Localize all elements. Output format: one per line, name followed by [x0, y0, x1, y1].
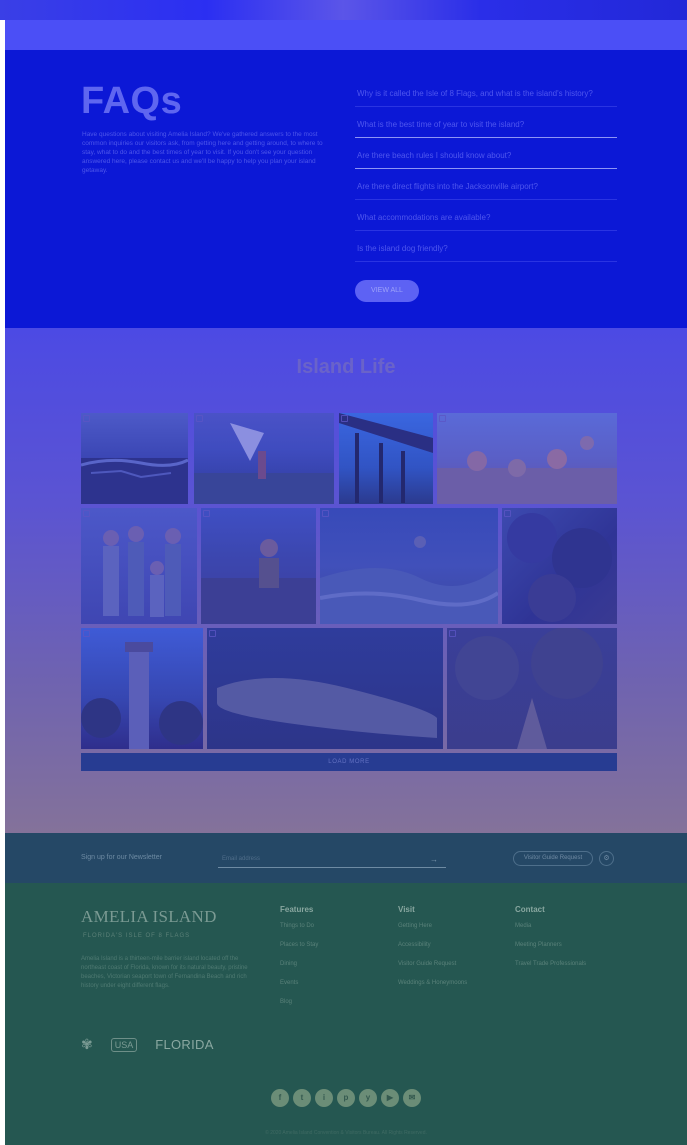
footer-column-visit: Visit Getting Here Accessibility Visitor…	[398, 905, 490, 998]
instagram-icon	[83, 415, 90, 422]
newsletter-label: Sign up for our Newsletter	[81, 854, 162, 861]
navigation-bar	[5, 20, 687, 50]
gallery-photo-oak-trail[interactable]	[447, 628, 617, 749]
logo-tagline: FLORIDA'S ISLE OF 8 FLAGS	[83, 933, 191, 939]
instagram-icon	[83, 510, 90, 517]
instagram-icon	[83, 630, 90, 637]
instagram-icon	[203, 510, 210, 517]
gallery-photo-family[interactable]	[81, 508, 197, 624]
youtube-icon[interactable]: y	[359, 1089, 377, 1107]
footer-link[interactable]: Places to Stay	[280, 941, 372, 950]
kid-beach-image	[201, 539, 316, 624]
faq-question[interactable]: Are there direct flights into the Jackso…	[355, 177, 617, 200]
faq-title: FAQs	[81, 80, 183, 122]
footer-column-features: Features Things to Do Places to Stay Din…	[280, 905, 372, 1017]
faq-intro: Have questions about visiting Amelia Isl…	[82, 131, 323, 174]
faq-question[interactable]: What is the best time of year to visit t…	[355, 115, 617, 138]
visitor-guide-button[interactable]: Visitor Guide Request	[513, 851, 593, 866]
facebook-icon[interactable]: f	[271, 1089, 289, 1107]
gallery-photo-beach-group[interactable]	[437, 413, 617, 504]
faq-question[interactable]: Why is it called the Isle of 8 Flags, an…	[355, 84, 617, 107]
faq-list: Why is it called the Isle of 8 Flags, an…	[355, 84, 617, 302]
lighthouse-image	[81, 642, 203, 749]
footer-link[interactable]: Blog	[280, 998, 372, 1007]
gallery-photo-kid-beach[interactable]	[201, 508, 316, 624]
pier-image	[339, 413, 433, 503]
footer-link[interactable]: Events	[280, 979, 372, 988]
gear-icon[interactable]: ⚙	[599, 851, 614, 866]
faq-question[interactable]: What accommodations are available?	[355, 208, 617, 231]
forest-image	[507, 513, 612, 622]
footer-link[interactable]: Weddings & Honeymoons	[398, 979, 490, 988]
driftwood-image	[217, 678, 437, 738]
video-icon[interactable]: ▶	[381, 1089, 399, 1107]
instagram-icon	[196, 415, 203, 422]
gallery-photo-driftwood[interactable]	[207, 628, 443, 749]
twitter-icon[interactable]: t	[293, 1089, 311, 1107]
footer-column-contact: Contact Media Meeting Planners Travel Tr…	[515, 905, 625, 979]
footer-link[interactable]: Media	[515, 922, 607, 931]
footer-link[interactable]: Things to Do	[280, 922, 372, 931]
top-banner-strip	[0, 0, 687, 20]
footer-about-text: Amelia Island is a thirteen-mile barrier…	[81, 956, 248, 989]
gallery-photo-marsh[interactable]	[81, 413, 188, 504]
beach-kite-image	[194, 423, 334, 504]
instagram-icon	[439, 415, 446, 422]
footer-link[interactable]: Visitor Guide Request	[398, 960, 490, 969]
footer-column-title: Features	[280, 905, 314, 914]
beach-group-image	[437, 436, 617, 504]
family-image	[103, 526, 181, 617]
footer-column-title: Visit	[398, 905, 415, 914]
footer-link[interactable]: Dining	[280, 960, 372, 969]
gallery-photo-surfer[interactable]	[320, 508, 498, 624]
visit-florida-logo: FLORIDA	[155, 1037, 214, 1052]
gallery-photo-beach-kite[interactable]	[194, 413, 334, 504]
copyright-text: © 2020 Amelia Island Convention & Visito…	[265, 1130, 427, 1136]
newsletter-email-input[interactable]: Email address	[218, 852, 446, 868]
footer-link[interactable]: Meeting Planners	[515, 941, 607, 950]
marsh-image	[81, 458, 188, 504]
instagram-icon	[341, 415, 348, 422]
instagram-icon	[322, 510, 329, 517]
footer-link[interactable]: Getting Here	[398, 922, 490, 931]
gallery-photo-lighthouse[interactable]	[81, 628, 203, 749]
amelia-island-logo[interactable]: AMELIA ISLAND	[81, 907, 217, 927]
social-links: f t i p y ▶ ✉	[271, 1089, 421, 1107]
seal-icon: ✾	[81, 1036, 93, 1052]
usa-badge-icon: USA	[110, 1037, 138, 1052]
newsletter-bar: Sign up for our Newsletter Email address…	[5, 833, 687, 883]
island-life-section: Island Life LOAD MORE	[5, 328, 687, 833]
arrow-right-icon[interactable]: →	[430, 855, 438, 864]
instagram-icon[interactable]: i	[315, 1089, 333, 1107]
faq-question[interactable]: Is the island dog friendly?	[355, 239, 617, 262]
gallery-photo-pier[interactable]	[339, 413, 433, 504]
partner-badges: ✾ USA FLORIDA	[81, 1036, 214, 1053]
load-more-button[interactable]: LOAD MORE	[81, 753, 617, 771]
instagram-icon	[209, 630, 216, 637]
pinterest-icon[interactable]: p	[337, 1089, 355, 1107]
instagram-icon	[449, 630, 456, 637]
surfer-image	[320, 536, 498, 624]
faq-section: FAQs Have questions about visiting Ameli…	[5, 50, 687, 328]
faq-question[interactable]: Are there beach rules I should know abou…	[355, 146, 617, 169]
site-footer: AMELIA ISLAND FLORIDA'S ISLE OF 8 FLAGS …	[5, 883, 687, 1145]
footer-link[interactable]: Accessibility	[398, 941, 490, 950]
email-icon[interactable]: ✉	[403, 1089, 421, 1107]
instagram-icon	[504, 510, 511, 517]
footer-link[interactable]: Travel Trade Professionals	[515, 960, 625, 969]
gallery-photo-forest[interactable]	[502, 508, 617, 624]
view-all-faqs-button[interactable]: VIEW ALL	[355, 280, 419, 302]
oak-trail-image	[455, 628, 603, 749]
island-life-title: Island Life	[296, 356, 396, 378]
footer-column-title: Contact	[515, 905, 545, 914]
